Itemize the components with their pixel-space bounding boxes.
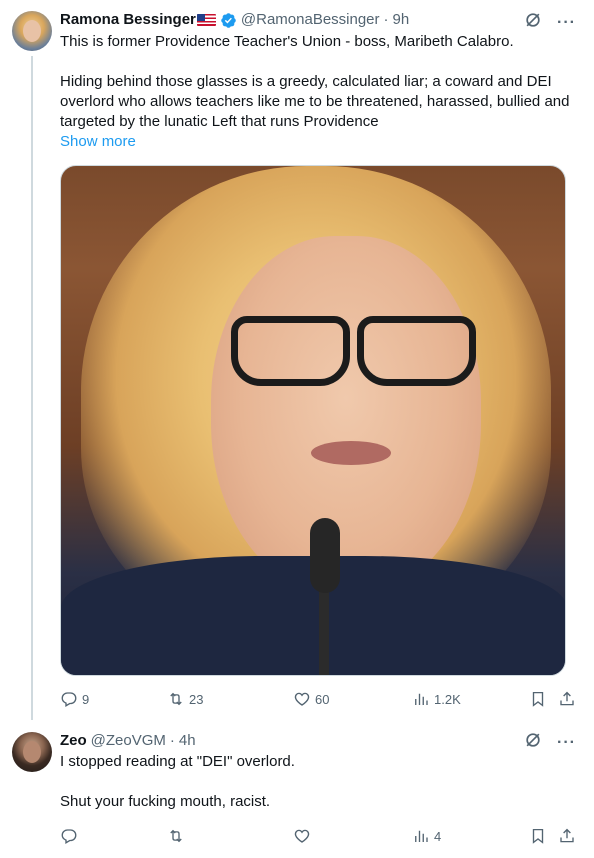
more-icon[interactable]: ··· [557, 733, 576, 753]
timestamp[interactable]: 4h [179, 731, 196, 751]
views-icon [415, 830, 428, 842]
retweet-icon [170, 692, 182, 706]
retweet-icon [170, 829, 182, 843]
retweet-button[interactable]: 23 [167, 689, 203, 709]
view-count: 4 [434, 828, 442, 844]
heart-icon [294, 692, 310, 706]
share-icon [560, 828, 574, 843]
share-button[interactable] [558, 689, 576, 709]
bookmark-icon [532, 828, 544, 844]
share-icon [560, 691, 574, 706]
reply-icon [61, 829, 77, 844]
retweet-count: 23 [189, 691, 204, 707]
reply-button[interactable]: 9 [60, 689, 89, 709]
timestamp[interactable]: 9h [393, 10, 410, 30]
heart-icon [294, 829, 310, 843]
avatar[interactable] [12, 11, 52, 51]
thread-line [31, 56, 33, 720]
us-flag-emoji [196, 14, 216, 26]
verified-badge-icon [221, 12, 236, 28]
author-handle[interactable]: @ZeoVGM [91, 731, 166, 751]
reply-icon [61, 692, 77, 707]
tweet-text: This is former Providence Teacher's Unio… [60, 33, 514, 50]
views-icon [415, 693, 428, 705]
separator: · [169, 732, 175, 749]
share-button[interactable] [558, 826, 576, 846]
views-button[interactable]: 1.2K [412, 689, 461, 709]
author-handle[interactable]: @RamonaBessinger [241, 10, 380, 30]
tweet-header: Ramona Bessinger @RamonaBessinger · 9h [60, 10, 534, 30]
like-button[interactable] [293, 826, 315, 846]
action-bar: 4 [60, 826, 582, 846]
like-button[interactable]: 60 [293, 689, 329, 709]
like-count: 60 [315, 691, 330, 707]
tweet[interactable]: Ramona Bessinger @RamonaBessinger · 9h ·… [0, 0, 594, 720]
action-bar: 9 23 60 1.2K [60, 689, 582, 709]
views-button[interactable]: 4 [412, 826, 441, 846]
tweet-text: I stopped reading at "DEI" overlord. [60, 753, 295, 770]
tweet-header: Zeo @ZeoVGM · 4h [60, 731, 534, 751]
bookmark-button[interactable] [529, 689, 547, 709]
author-name[interactable]: Zeo [60, 731, 87, 751]
bookmark-button[interactable] [529, 826, 547, 846]
more-icon[interactable]: ··· [557, 13, 576, 33]
reply-count: 9 [82, 691, 90, 707]
separator: · [383, 11, 389, 28]
bookmark-icon [532, 691, 544, 707]
avatar[interactable] [12, 732, 52, 772]
reply-button[interactable] [60, 826, 82, 846]
tweet-text: Shut your fucking mouth, racist. [60, 793, 271, 810]
tweet-photo[interactable] [60, 165, 566, 676]
tweet-text: Hiding behind those glasses is a greedy,… [60, 73, 570, 130]
view-count: 1.2K [434, 691, 461, 707]
author-name[interactable]: Ramona Bessinger [60, 10, 196, 30]
retweet-button[interactable] [167, 826, 189, 846]
tweet[interactable]: Zeo @ZeoVGM · 4h ··· I stopped reading a… [0, 720, 594, 858]
show-more-link[interactable]: Show more [60, 132, 136, 152]
